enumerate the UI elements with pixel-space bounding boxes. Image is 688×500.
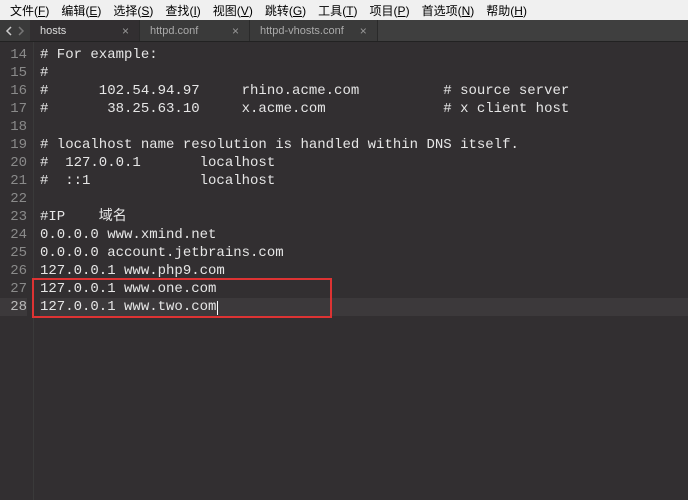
menu-item-accelerator: (H) <box>510 4 527 18</box>
menu-item-label: 首选项 <box>422 4 458 18</box>
line-number: 15 <box>0 64 27 82</box>
menu-item-label: 编辑 <box>61 4 85 18</box>
tab-label: httpd-vhosts.conf <box>260 25 344 37</box>
line-number-gutter: 141516171819202122232425262728 <box>0 42 34 500</box>
code-line: 127.0.0.1 www.two.com <box>40 298 688 316</box>
menu-item-accelerator: (T) <box>342 4 357 18</box>
menu-item-label: 帮助 <box>486 4 510 18</box>
tab[interactable]: httpd.conf × <box>140 20 250 41</box>
menu-item[interactable]: 选择(S) <box>107 0 159 21</box>
tab-nav-arrows <box>0 20 30 41</box>
close-icon[interactable]: × <box>360 25 367 37</box>
code-line: #IP 域名 <box>40 208 688 226</box>
tab-strip-bg <box>378 20 688 41</box>
line-number: 27 <box>0 280 27 298</box>
menu-item-accelerator: (P) <box>394 4 410 18</box>
code-line: # 127.0.0.1 localhost <box>40 154 688 172</box>
code-line <box>40 190 688 208</box>
line-number: 26 <box>0 262 27 280</box>
line-number: 24 <box>0 226 27 244</box>
menu-item[interactable]: 跳转(G) <box>259 0 312 21</box>
menu-item-accelerator: (V) <box>237 4 253 18</box>
tab-label: hosts <box>40 25 66 37</box>
code-line: 127.0.0.1 www.php9.com <box>40 262 688 280</box>
menu-item-accelerator: (N) <box>458 4 475 18</box>
menu-item[interactable]: 视图(V) <box>207 0 259 21</box>
menu-item-accelerator: (F) <box>34 4 49 18</box>
line-number: 22 <box>0 190 27 208</box>
code-line: # ::1 localhost <box>40 172 688 190</box>
menu-item-accelerator: (G) <box>289 4 306 18</box>
code-line: 0.0.0.0 account.jetbrains.com <box>40 244 688 262</box>
menu-item-accelerator: (S) <box>137 4 153 18</box>
menu-item-label: 查找 <box>165 4 189 18</box>
code-line: 127.0.0.1 www.one.com <box>40 280 688 298</box>
code-line: # 38.25.63.10 x.acme.com # x client host <box>40 100 688 118</box>
menu-item-label: 工具 <box>318 4 342 18</box>
menu-item-label: 视图 <box>213 4 237 18</box>
line-number: 16 <box>0 82 27 100</box>
close-icon[interactable]: × <box>122 25 129 37</box>
menu-item[interactable]: 工具(T) <box>312 0 363 21</box>
menu-item-label: 选择 <box>113 4 137 18</box>
menu-bar: 文件(F)编辑(E)选择(S)查找(I)视图(V)跳转(G)工具(T)项目(P)… <box>0 0 688 20</box>
menu-item[interactable]: 帮助(H) <box>480 0 533 21</box>
menu-item-label: 跳转 <box>265 4 289 18</box>
tab[interactable]: hosts × <box>30 20 140 41</box>
code-area[interactable]: # For example:## 102.54.94.97 rhino.acme… <box>34 42 688 500</box>
menu-item[interactable]: 编辑(E) <box>55 0 107 21</box>
editor: 141516171819202122232425262728 # For exa… <box>0 42 688 500</box>
menu-item[interactable]: 首选项(N) <box>416 0 481 21</box>
line-number: 25 <box>0 244 27 262</box>
menu-item[interactable]: 查找(I) <box>159 0 206 21</box>
text-cursor <box>217 301 218 315</box>
code-line: # <box>40 64 688 82</box>
code-line <box>40 118 688 136</box>
line-number: 23 <box>0 208 27 226</box>
menu-item[interactable]: 项目(P) <box>364 0 416 21</box>
tabs-container: hosts × httpd.conf × httpd-vhosts.conf × <box>30 20 378 41</box>
menu-item-label: 文件 <box>10 4 34 18</box>
nav-forward-icon[interactable] <box>16 26 26 36</box>
close-icon[interactable]: × <box>232 25 239 37</box>
line-number: 19 <box>0 136 27 154</box>
menu-item-accelerator: (E) <box>85 4 101 18</box>
tab-label: httpd.conf <box>150 25 198 37</box>
line-number: 18 <box>0 118 27 136</box>
line-number: 21 <box>0 172 27 190</box>
line-number: 20 <box>0 154 27 172</box>
tab-strip: hosts × httpd.conf × httpd-vhosts.conf × <box>0 20 688 42</box>
code-line: # localhost name resolution is handled w… <box>40 136 688 154</box>
menu-item-accelerator: (I) <box>189 4 200 18</box>
nav-back-icon[interactable] <box>4 26 14 36</box>
line-number: 28 <box>0 298 27 316</box>
code-line: # For example: <box>40 46 688 64</box>
code-line: # 102.54.94.97 rhino.acme.com # source s… <box>40 82 688 100</box>
tab[interactable]: httpd-vhosts.conf × <box>250 20 378 41</box>
menu-item[interactable]: 文件(F) <box>4 0 55 21</box>
code-line: 0.0.0.0 www.xmind.net <box>40 226 688 244</box>
line-number: 14 <box>0 46 27 64</box>
line-number: 17 <box>0 100 27 118</box>
menu-item-label: 项目 <box>370 4 394 18</box>
